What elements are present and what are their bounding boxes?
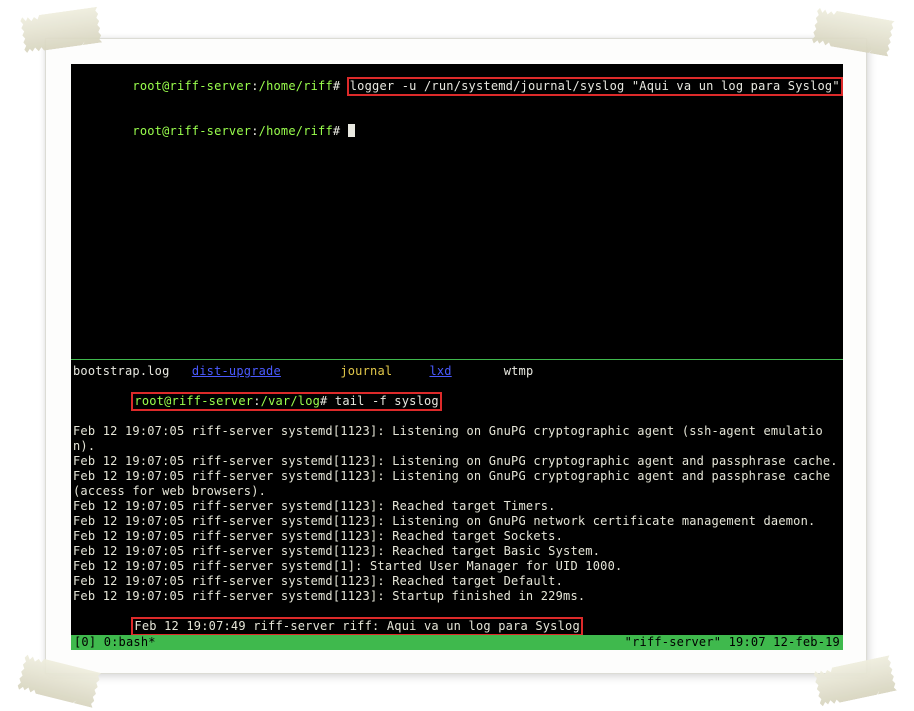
ls-entry: wtmp <box>504 364 534 378</box>
prompt-hash: # <box>333 124 348 138</box>
status-left: [0] 0:bash* <box>74 635 156 650</box>
prompt-hash: # <box>320 394 335 408</box>
log-line: Feb 12 19:07:05 riff-server systemd[1123… <box>71 514 843 529</box>
log-line: Feb 12 19:07:05 riff-server systemd[1123… <box>71 469 843 499</box>
prompt-path: /var/log <box>261 394 320 408</box>
ls-output-line: bootstrap.log dist-upgrade journal lxd w… <box>71 364 843 379</box>
prompt-colon: : <box>251 79 258 93</box>
command-text: tail -f syslog <box>335 394 439 408</box>
shell-prompt-line-2[interactable]: root@riff-server:/home/riff# <box>71 109 843 154</box>
ls-entry: journal <box>340 364 392 378</box>
prompt-user-host: root@riff-server <box>132 79 251 93</box>
tmux-bottom-pane[interactable]: bootstrap.log dist-upgrade journal lxd w… <box>71 364 843 634</box>
shell-prompt-line-3: root@riff-server:/var/log# tail -f syslo… <box>71 379 843 424</box>
prompt-hash: # <box>333 79 348 93</box>
prompt-user-host: root@riff-server <box>132 124 251 138</box>
prompt-path: /home/riff <box>259 79 333 93</box>
log-line: Feb 12 19:07:05 riff-server systemd[1123… <box>71 499 843 514</box>
log-line: Feb 12 19:07:05 riff-server systemd[1123… <box>71 544 843 559</box>
shell-prompt-line-1: root@riff-server:/home/riff# logger -u /… <box>71 64 843 109</box>
prompt-path: /home/riff <box>259 124 333 138</box>
paper-frame: root@riff-server:/home/riff# logger -u /… <box>45 38 867 674</box>
command-text: logger -u /run/systemd/journal/syslog "A… <box>350 79 840 93</box>
log-line: Feb 12 19:07:05 riff-server systemd[1]: … <box>71 559 843 574</box>
syslog-output: Feb 12 19:07:05 riff-server systemd[1123… <box>71 424 843 604</box>
log-line: Feb 12 19:07:05 riff-server systemd[1123… <box>71 574 843 589</box>
highlighted-command-2: root@riff-server:/var/log# tail -f syslo… <box>131 392 441 411</box>
tmux-status-bar: [0] 0:bash* "riff-server" 19:07 12-feb-1… <box>71 635 843 650</box>
highlighted-log-entry: Feb 12 19:07:49 riff-server riff: Aqui v… <box>131 617 582 636</box>
prompt-colon: : <box>251 124 258 138</box>
terminal-window[interactable]: root@riff-server:/home/riff# logger -u /… <box>71 64 843 650</box>
cursor-icon <box>348 124 355 137</box>
log-line: Feb 12 19:07:05 riff-server systemd[1123… <box>71 589 843 604</box>
log-line: Feb 12 19:07:05 riff-server systemd[1123… <box>71 529 843 544</box>
highlighted-command-1: logger -u /run/systemd/journal/syslog "A… <box>347 77 843 96</box>
ls-entry: dist-upgrade <box>192 364 281 378</box>
log-text: Feb 12 19:07:49 riff-server riff: Aqui v… <box>134 619 579 633</box>
prompt-colon: : <box>253 394 260 408</box>
ls-entry: bootstrap.log <box>73 364 170 378</box>
log-line: Feb 12 19:07:05 riff-server systemd[1123… <box>71 454 843 469</box>
ls-entry: lxd <box>429 364 451 378</box>
prompt-user-host: root@riff-server <box>134 394 253 408</box>
log-line: Feb 12 19:07:05 riff-server systemd[1123… <box>71 424 843 454</box>
status-right: "riff-server" 19:07 12-feb-19 <box>625 635 840 650</box>
tmux-top-pane[interactable]: root@riff-server:/home/riff# logger -u /… <box>71 64 843 360</box>
